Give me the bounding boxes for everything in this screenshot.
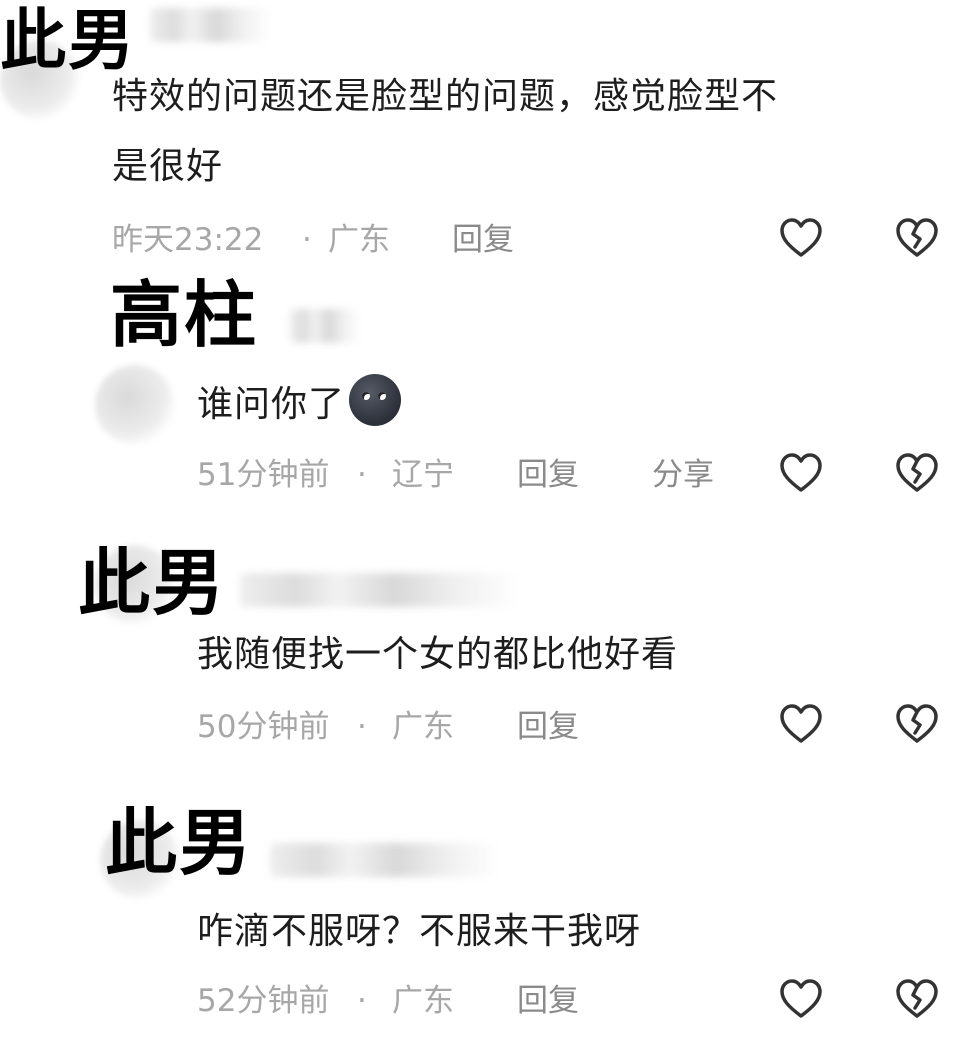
comment-text: 我随便找一个女的都比他好看 <box>197 620 897 690</box>
heart-outline-icon[interactable] <box>777 700 825 748</box>
comment-item: 此男 我随便找一个女的都比他好看 50分钟前 · 广东 回复 <box>0 535 970 795</box>
meta-separator: · <box>302 222 312 258</box>
comment-text: 特效的问题还是脸型的问题，感觉脸型不 是很好 <box>112 62 932 202</box>
comment-time: 50分钟前 <box>197 709 330 745</box>
comment-text: 谁问你了 <box>197 370 897 440</box>
username-blurred[interactable] <box>270 843 500 877</box>
name-overlay-label: 高柱 <box>110 273 259 357</box>
heart-outline-icon[interactable] <box>777 449 825 497</box>
comment-text-line: 是很好 <box>112 146 224 187</box>
comment-time: 昨天23:22 <box>112 222 264 258</box>
comment-item: 高柱 谁问你了 51分钟前 · 辽宁 回复 分享 <box>0 265 970 535</box>
broken-heart-icon[interactable] <box>893 214 941 262</box>
meta-separator: · <box>357 709 367 745</box>
share-button[interactable]: 分享 <box>652 455 714 495</box>
comment-text-line: 咋滴不服呀？不服来干我呀 <box>197 911 642 952</box>
comment-location: 广东 <box>392 983 454 1019</box>
username-blurred[interactable] <box>150 8 270 42</box>
comment-item: 此男 特效的问题还是脸型的问题，感觉脸型不 是很好 昨天23:22 · 广东 回… <box>0 0 970 265</box>
dark-moon-face-emoji-icon <box>349 374 402 426</box>
comment-meta: 51分钟前 · 辽宁 回复 分享 <box>197 455 757 495</box>
avatar[interactable] <box>95 365 175 445</box>
comment-text: 咋滴不服呀？不服来干我呀 <box>197 897 897 967</box>
reply-button[interactable]: 回复 <box>517 455 579 495</box>
broken-heart-icon[interactable] <box>893 975 941 1023</box>
name-overlay-label: 此男 <box>105 801 254 885</box>
broken-heart-icon[interactable] <box>893 700 941 748</box>
comment-location: 广东 <box>328 222 390 258</box>
broken-heart-icon[interactable] <box>893 449 941 497</box>
comment-item: 此男 咋滴不服呀？不服来干我呀 52分钟前 · 广东 回复 <box>0 795 970 1052</box>
reply-button[interactable]: 回复 <box>452 220 514 260</box>
reply-button[interactable]: 回复 <box>517 981 579 1021</box>
meta-separator: · <box>357 983 367 1019</box>
comment-time: 51分钟前 <box>197 457 330 493</box>
comment-location: 广东 <box>392 709 454 745</box>
heart-outline-icon[interactable] <box>777 975 825 1023</box>
meta-separator: · <box>357 457 367 493</box>
heart-outline-icon[interactable] <box>777 214 825 262</box>
comment-text-line: 特效的问题还是脸型的问题，感觉脸型不 <box>112 76 779 117</box>
comment-meta: 50分钟前 · 广东 回复 <box>197 707 697 747</box>
username-blurred[interactable] <box>240 573 520 607</box>
name-overlay-label: 此男 <box>78 541 227 625</box>
comment-meta: 52分钟前 · 广东 回复 <box>197 981 697 1021</box>
reply-button[interactable]: 回复 <box>517 707 579 747</box>
comment-meta: 昨天23:22 · 广东 回复 <box>112 220 612 260</box>
comment-location: 辽宁 <box>392 457 454 493</box>
comment-time: 52分钟前 <box>197 983 330 1019</box>
comment-text-line: 我随便找一个女的都比他好看 <box>197 634 679 675</box>
comment-text-line: 谁问你了 <box>197 384 346 425</box>
username-blurred[interactable] <box>290 309 360 343</box>
